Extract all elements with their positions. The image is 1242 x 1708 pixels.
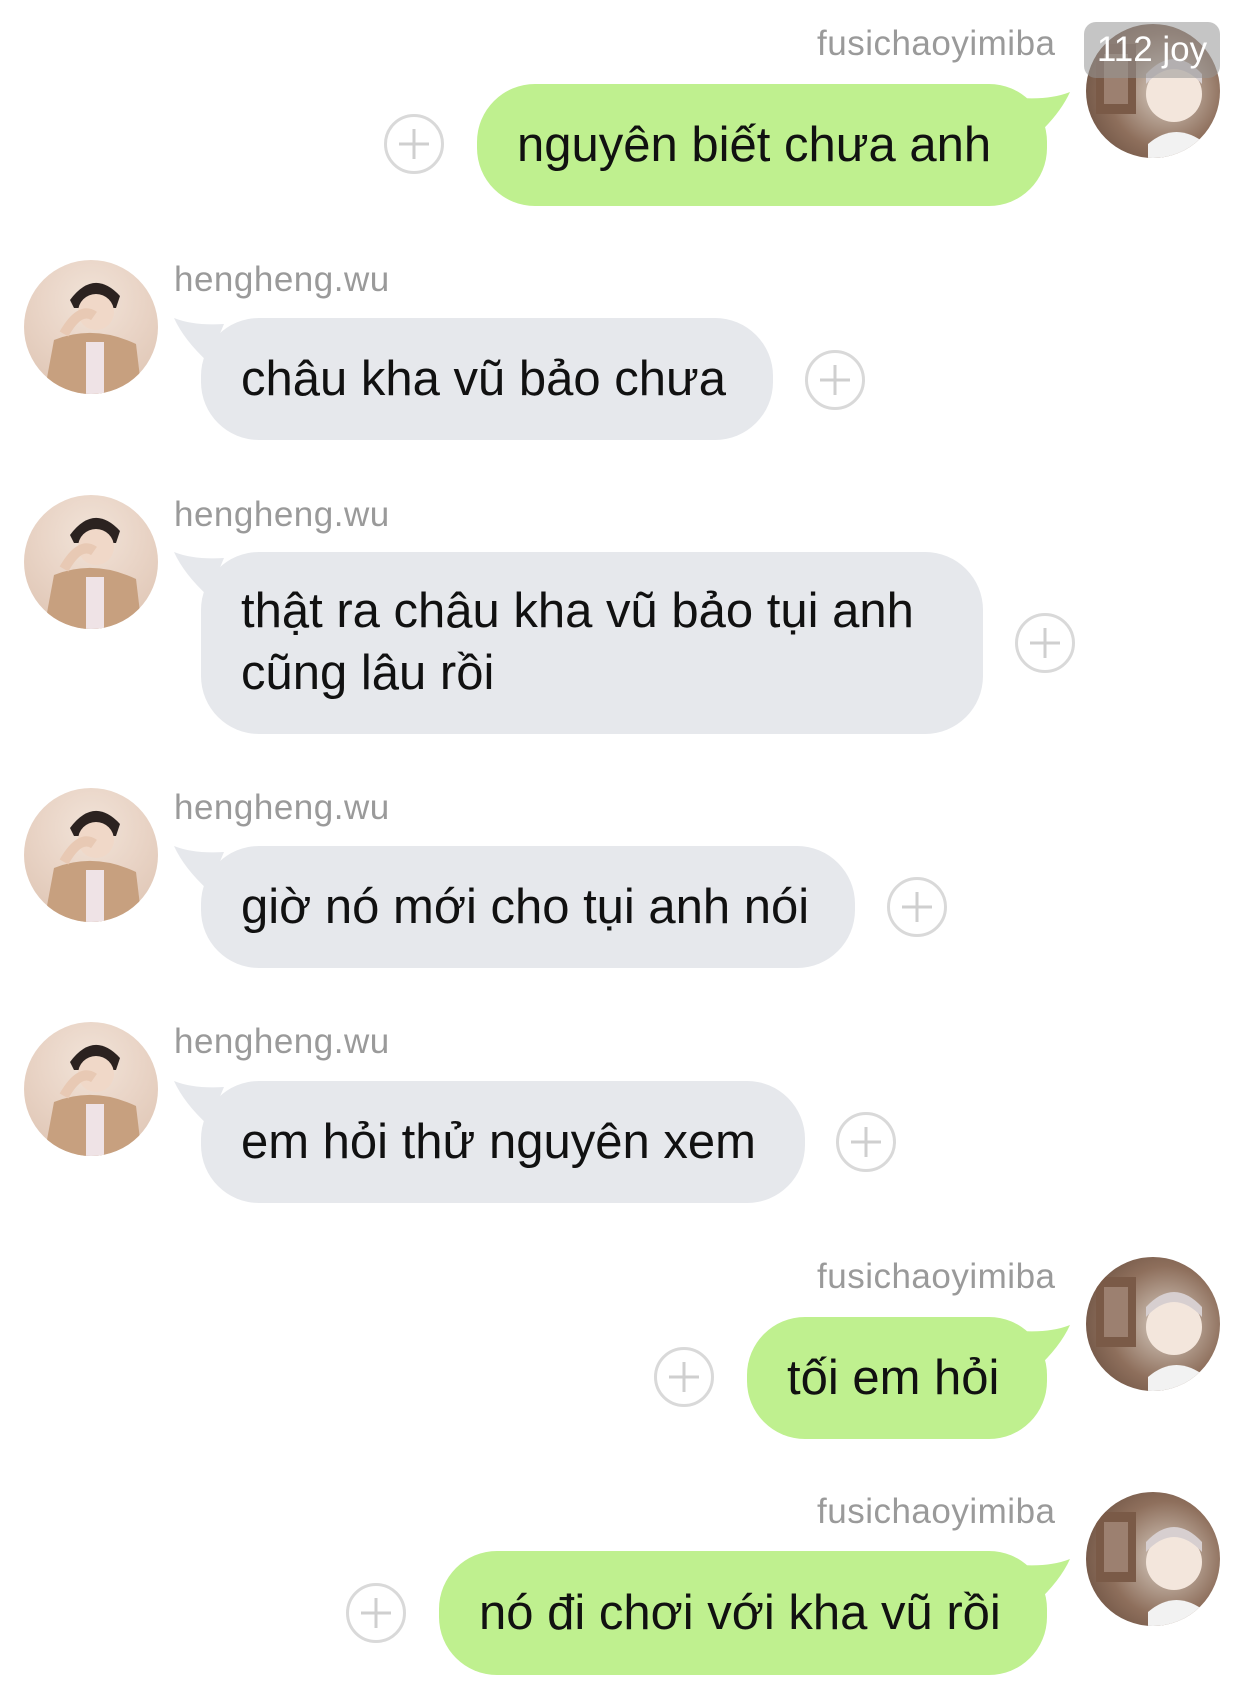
avatar[interactable] (24, 495, 158, 629)
avatar[interactable] (24, 260, 158, 394)
avatar-other-image (44, 1044, 142, 1156)
avatar-other-image (44, 810, 142, 922)
sender-username: fusichaoyimiba (817, 24, 1056, 63)
message-bubble[interactable]: châu kha vũ bảo chưa (201, 318, 773, 440)
sender-username: fusichaoyimiba (817, 1492, 1056, 1531)
sender-username: hengheng.wu (174, 788, 390, 827)
message-bubble[interactable]: nó đi chơi với kha vũ rồi (439, 1551, 1047, 1675)
plus-circle-icon[interactable] (384, 114, 444, 174)
message-bubble[interactable]: thật ra châu kha vũ bảo tụi anh cũng lâu… (201, 552, 983, 734)
message-bubble[interactable]: tối em hỏi (747, 1317, 1047, 1439)
bubble-tail (1020, 92, 1070, 136)
message-text-line: thật ra châu kha vũ bảo tụi anh (241, 584, 914, 638)
bubble-tail (1020, 1559, 1070, 1603)
sender-username: hengheng.wu (174, 495, 390, 534)
message-text: châu kha vũ bảo chưa (241, 352, 727, 406)
plus-circle-icon[interactable] (654, 1347, 714, 1407)
badge: 112 joy (1084, 22, 1220, 78)
avatar-other-image (44, 517, 142, 629)
avatar-self-image (1096, 1277, 1206, 1391)
message-bubble[interactable]: giờ nó mới cho tụi anh nói (201, 846, 855, 968)
message-text: nó đi chơi với kha vũ rồi (479, 1586, 1001, 1640)
message-text: nguyên biết chưa anh (517, 118, 992, 172)
bubble-tail (1020, 1325, 1070, 1369)
plus-circle-icon[interactable] (805, 350, 865, 410)
plus-circle-icon[interactable] (887, 877, 947, 937)
avatar[interactable] (24, 1022, 158, 1156)
plus-circle-icon[interactable] (836, 1112, 896, 1172)
avatar[interactable] (1086, 1257, 1220, 1391)
avatar[interactable] (1086, 1492, 1220, 1626)
sender-username: hengheng.wu (174, 1022, 390, 1061)
message-text-line: cũng lâu rồi (241, 646, 495, 700)
plus-circle-icon[interactable] (1015, 613, 1075, 673)
sender-username: hengheng.wu (174, 260, 390, 299)
sender-username: fusichaoyimiba (817, 1257, 1056, 1296)
avatar-other-image (44, 282, 142, 394)
plus-circle-icon[interactable] (346, 1583, 406, 1643)
message-bubble[interactable]: nguyên biết chưa anh (477, 84, 1047, 206)
message-text: em hỏi thử nguyên xem (241, 1115, 756, 1169)
message-bubble[interactable]: em hỏi thử nguyên xem (201, 1081, 805, 1203)
message-text: giờ nó mới cho tụi anh nói (241, 880, 810, 934)
avatar[interactable] (24, 788, 158, 922)
avatar-self-image (1096, 1512, 1206, 1626)
message-text: tối em hỏi (787, 1351, 1000, 1405)
